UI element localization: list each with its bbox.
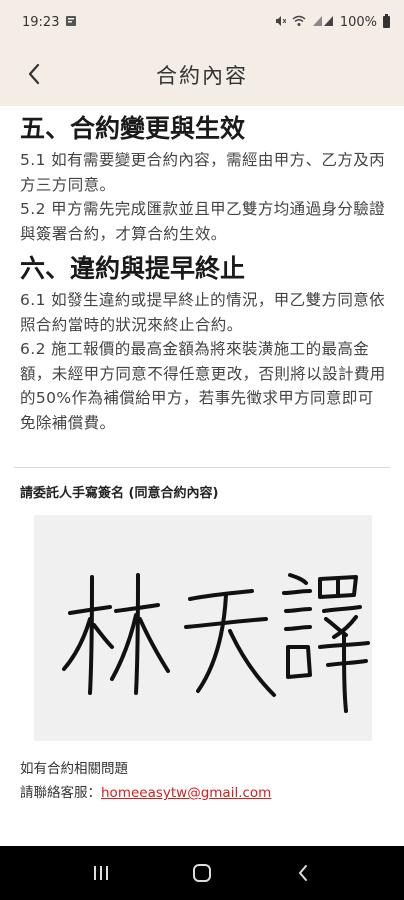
page-title: 合約內容	[156, 64, 248, 88]
back-icon	[298, 865, 308, 881]
home-icon	[192, 864, 211, 882]
signature-label: 請委託人手寫簽名 (同意合約內容)	[20, 486, 219, 501]
system-back-button[interactable]	[283, 853, 323, 893]
status-time: 19:23	[22, 14, 60, 30]
contact-prefix: 請聯絡客服：	[20, 785, 101, 801]
support-email-link[interactable]: homeeasytw@gmail.com	[101, 785, 271, 801]
app-bar: 合約內容	[0, 44, 404, 106]
battery-icon	[383, 14, 390, 28]
section-6: 六、違約與提早終止 6.1 如發生違約或提早終止的情況，甲乙雙方同意依照合約當時…	[0, 250, 404, 435]
recent-apps-icon	[93, 866, 108, 880]
clause-5-2: 5.2 甲方需先完成匯款並且甲乙雙方均通過身分驗證與簽署合約，才算合約生效。	[20, 200, 386, 243]
clause-5-1: 5.1 如有需要變更合約內容，需經由甲方、乙方及丙方三方同意。	[20, 151, 386, 194]
notification-icon	[65, 15, 77, 30]
battery-percent: 100%	[339, 14, 377, 30]
signature-pad[interactable]	[34, 515, 372, 741]
recent-apps-button[interactable]	[81, 853, 121, 893]
contract-content[interactable]: 五、合約變更與生效 5.1 如有需要變更合約內容，需經由甲方、乙方及丙方三方同意…	[0, 106, 404, 844]
section-heading: 六、違約與提早終止	[20, 254, 246, 283]
contact-note: 如有合約相關問題	[20, 761, 128, 777]
section-heading: 五、合約變更與生效	[20, 114, 246, 143]
contact-line: 請聯絡客服：homeeasytw@gmail.com	[20, 781, 404, 805]
status-left: 19:23	[22, 15, 77, 30]
divider	[14, 467, 390, 468]
clause-6-1: 6.1 如發生違約或提早終止的情況，甲乙雙方同意依照合約當時的狀況來終止合約。	[20, 291, 386, 334]
home-button[interactable]	[182, 853, 222, 893]
clause-6-2: 6.2 施工報價的最高金額為將來裝潢施工的最高金額，未經甲方同意不得任意更改，否…	[20, 340, 386, 432]
section-5: 五、合約變更與生效 5.1 如有需要變更合約內容，需經由甲方、乙方及丙方三方同意…	[0, 110, 404, 246]
contact-footer: 如有合約相關問題 請聯絡客服：homeeasytw@gmail.com	[20, 757, 404, 805]
handwritten-signature	[62, 573, 370, 713]
mute-icon	[274, 15, 287, 30]
status-bar: 19:23 100%	[0, 0, 404, 44]
back-button[interactable]	[16, 54, 52, 94]
status-right: 100%	[274, 14, 390, 30]
wifi-icon	[292, 15, 306, 30]
system-nav-bar	[0, 846, 404, 900]
signal-icon	[312, 15, 334, 30]
back-chevron-icon	[28, 63, 40, 85]
